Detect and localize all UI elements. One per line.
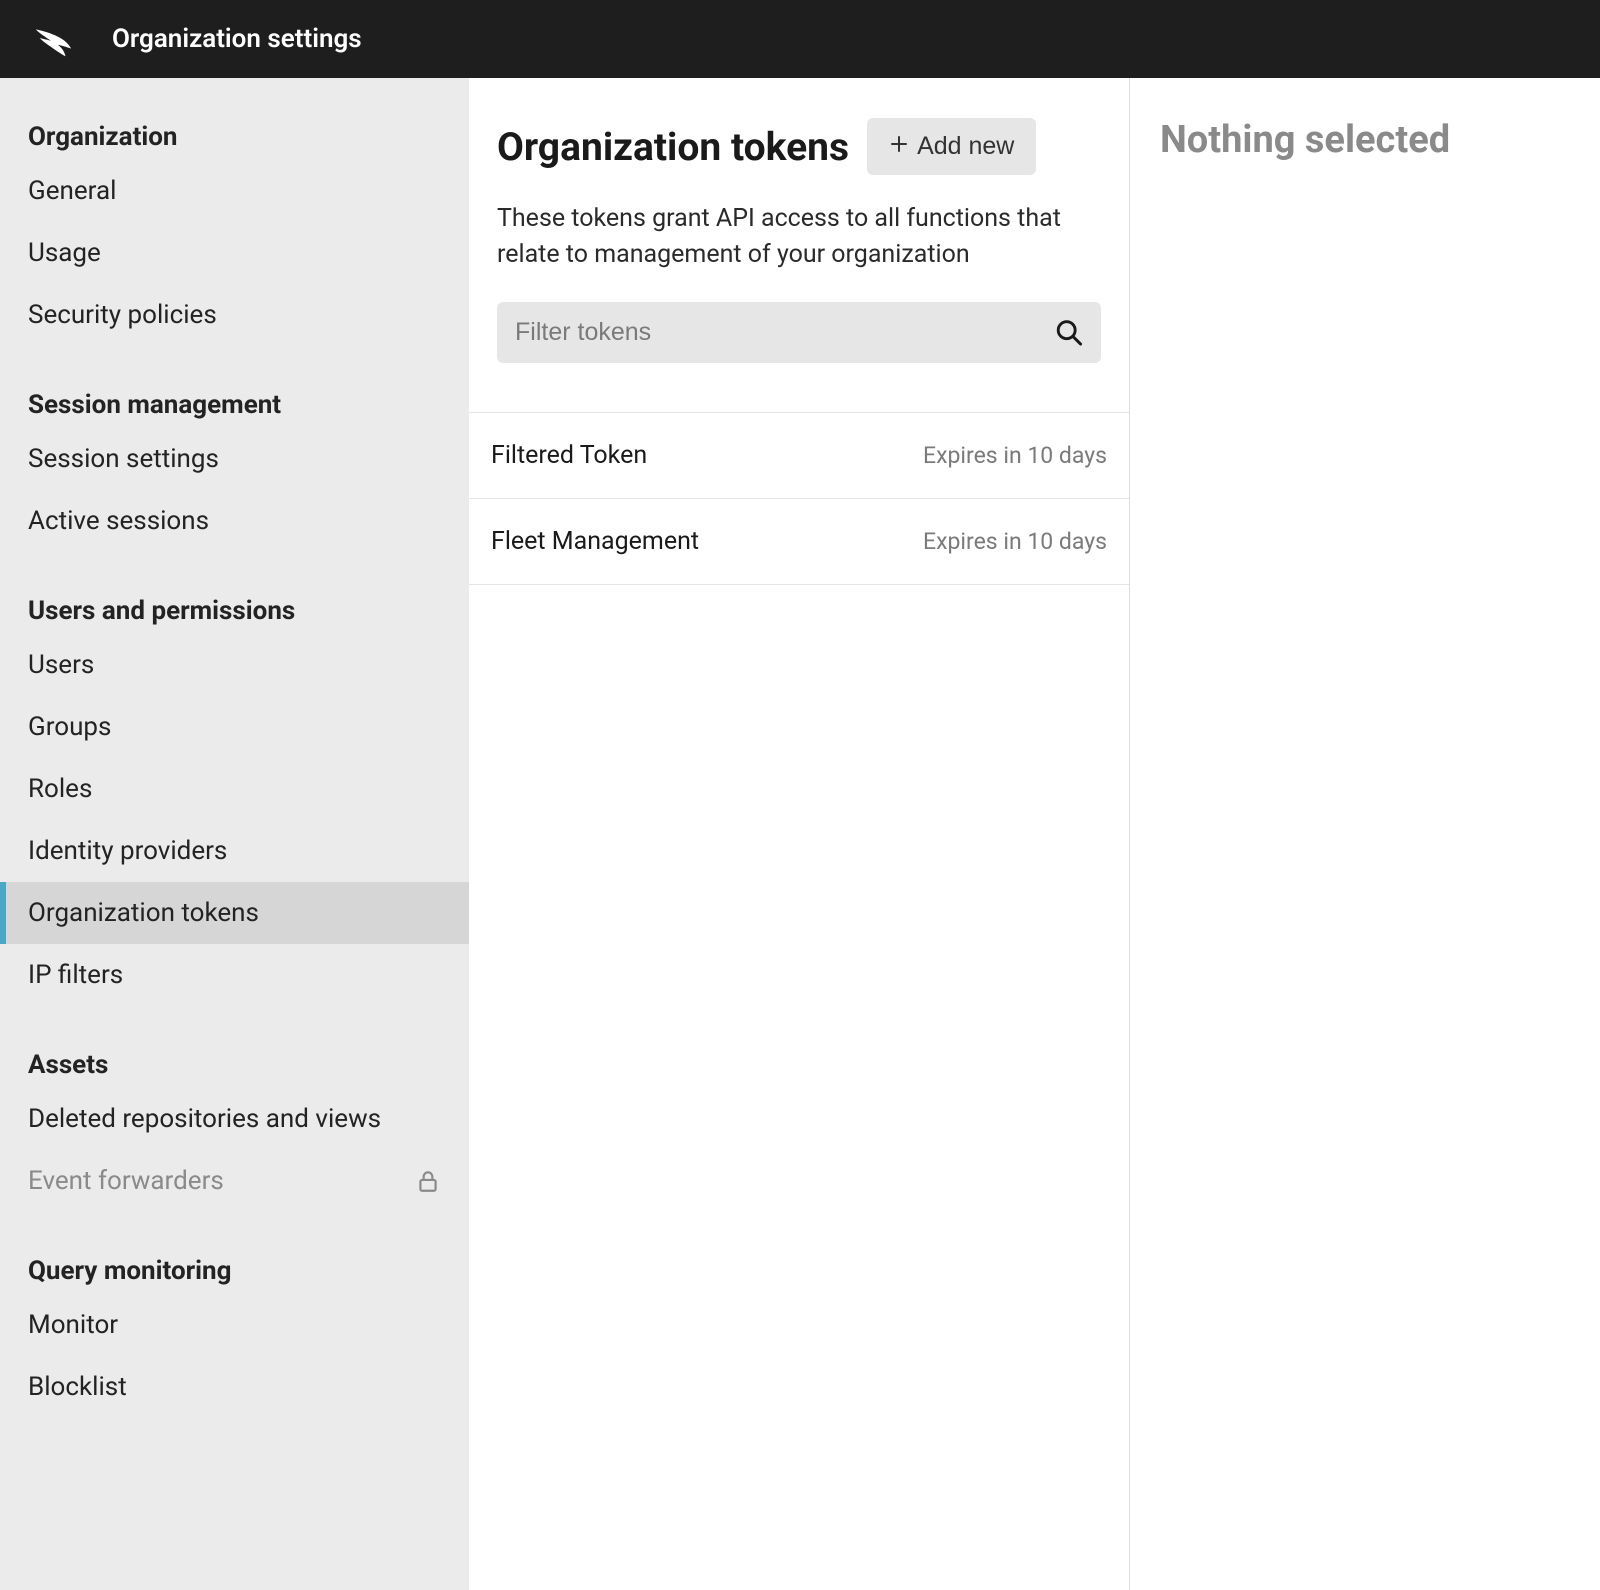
sidebar-item-label: Security policies: [28, 300, 217, 330]
token-list: Filtered TokenExpires in 10 daysFleet Ma…: [469, 412, 1129, 585]
add-new-label: Add new: [917, 132, 1014, 161]
sidebar-item-blocklist[interactable]: Blocklist: [0, 1356, 469, 1418]
app-logo[interactable]: [30, 16, 76, 62]
sidebar-item-label: Monitor: [28, 1310, 118, 1340]
main-title: Organization tokens: [497, 124, 849, 170]
sidebar-item-label: Groups: [28, 712, 111, 742]
sidebar-item-event-forwarders[interactable]: Event forwarders: [0, 1150, 469, 1212]
sidebar-item-label: General: [28, 176, 116, 206]
detail-panel: Nothing selected: [1130, 78, 1600, 1590]
sidebar-item-label: Session settings: [28, 444, 219, 474]
sidebar-item-label: Organization tokens: [28, 898, 259, 928]
sidebar-item-label: Usage: [28, 238, 101, 268]
sidebar-item-active-sessions[interactable]: Active sessions: [0, 490, 469, 552]
sidebar-item-label: Deleted repositories and views: [28, 1104, 381, 1134]
sidebar-item-users[interactable]: Users: [0, 634, 469, 696]
sidebar-item-usage[interactable]: Usage: [0, 222, 469, 284]
sidebar-item-label: Event forwarders: [28, 1166, 224, 1196]
token-row[interactable]: Fleet Management Expires in 10 days: [469, 499, 1129, 585]
lock-icon: [415, 1168, 441, 1194]
search-icon: [1054, 318, 1083, 347]
sidebar-item-label: IP filters: [28, 960, 123, 990]
sidebar-item-monitor[interactable]: Monitor: [0, 1294, 469, 1356]
sidebar-item-label: Active sessions: [28, 506, 209, 536]
token-name: Filtered Token: [491, 441, 647, 470]
sidebar-item-identity-providers[interactable]: Identity providers: [0, 820, 469, 882]
page-title: Organization settings: [112, 24, 362, 54]
filter-tokens-input[interactable]: [497, 302, 1101, 363]
token-expires: Expires in 10 days: [923, 528, 1107, 555]
sidebar-item-ip-filters[interactable]: IP filters: [0, 944, 469, 1006]
detail-placeholder: Nothing selected: [1160, 118, 1570, 162]
sidebar-section-header: Assets: [0, 1006, 469, 1088]
crowdstrike-logo-icon: [30, 16, 76, 62]
sidebar-item-security-policies[interactable]: Security policies: [0, 284, 469, 346]
sidebar-item-label: Blocklist: [28, 1372, 127, 1402]
main-panel: Organization tokens Add new These tokens…: [469, 78, 1130, 1590]
sidebar-item-session-settings[interactable]: Session settings: [0, 428, 469, 490]
sidebar-item-organization-tokens[interactable]: Organization tokens: [0, 882, 469, 944]
sidebar-item-label: Roles: [28, 774, 92, 804]
sidebar-section-header: Session management: [0, 346, 469, 428]
token-expires: Expires in 10 days: [923, 442, 1107, 469]
sidebar-item-groups[interactable]: Groups: [0, 696, 469, 758]
sidebar-item-roles[interactable]: Roles: [0, 758, 469, 820]
sidebar-item-label: Users: [28, 650, 94, 680]
sidebar-item-deleted-repos[interactable]: Deleted repositories and views: [0, 1088, 469, 1150]
main-description: These tokens grant API access to all fun…: [497, 201, 1101, 274]
sidebar: Organization General Usage Security policie…: [0, 78, 469, 1590]
token-name: Fleet Management: [491, 527, 699, 556]
sidebar-section-header: Organization: [0, 78, 469, 160]
token-row[interactable]: Filtered Token Expires in 10 days: [469, 413, 1129, 499]
add-new-button[interactable]: Add new: [867, 118, 1036, 175]
topbar: Organization settings: [0, 0, 1600, 78]
sidebar-item-label: Identity providers: [28, 836, 227, 866]
sidebar-section-header: Query monitoring: [0, 1212, 469, 1294]
plus-icon: [889, 132, 909, 161]
sidebar-item-general[interactable]: General: [0, 160, 469, 222]
sidebar-section-header: Users and permissions: [0, 552, 469, 634]
